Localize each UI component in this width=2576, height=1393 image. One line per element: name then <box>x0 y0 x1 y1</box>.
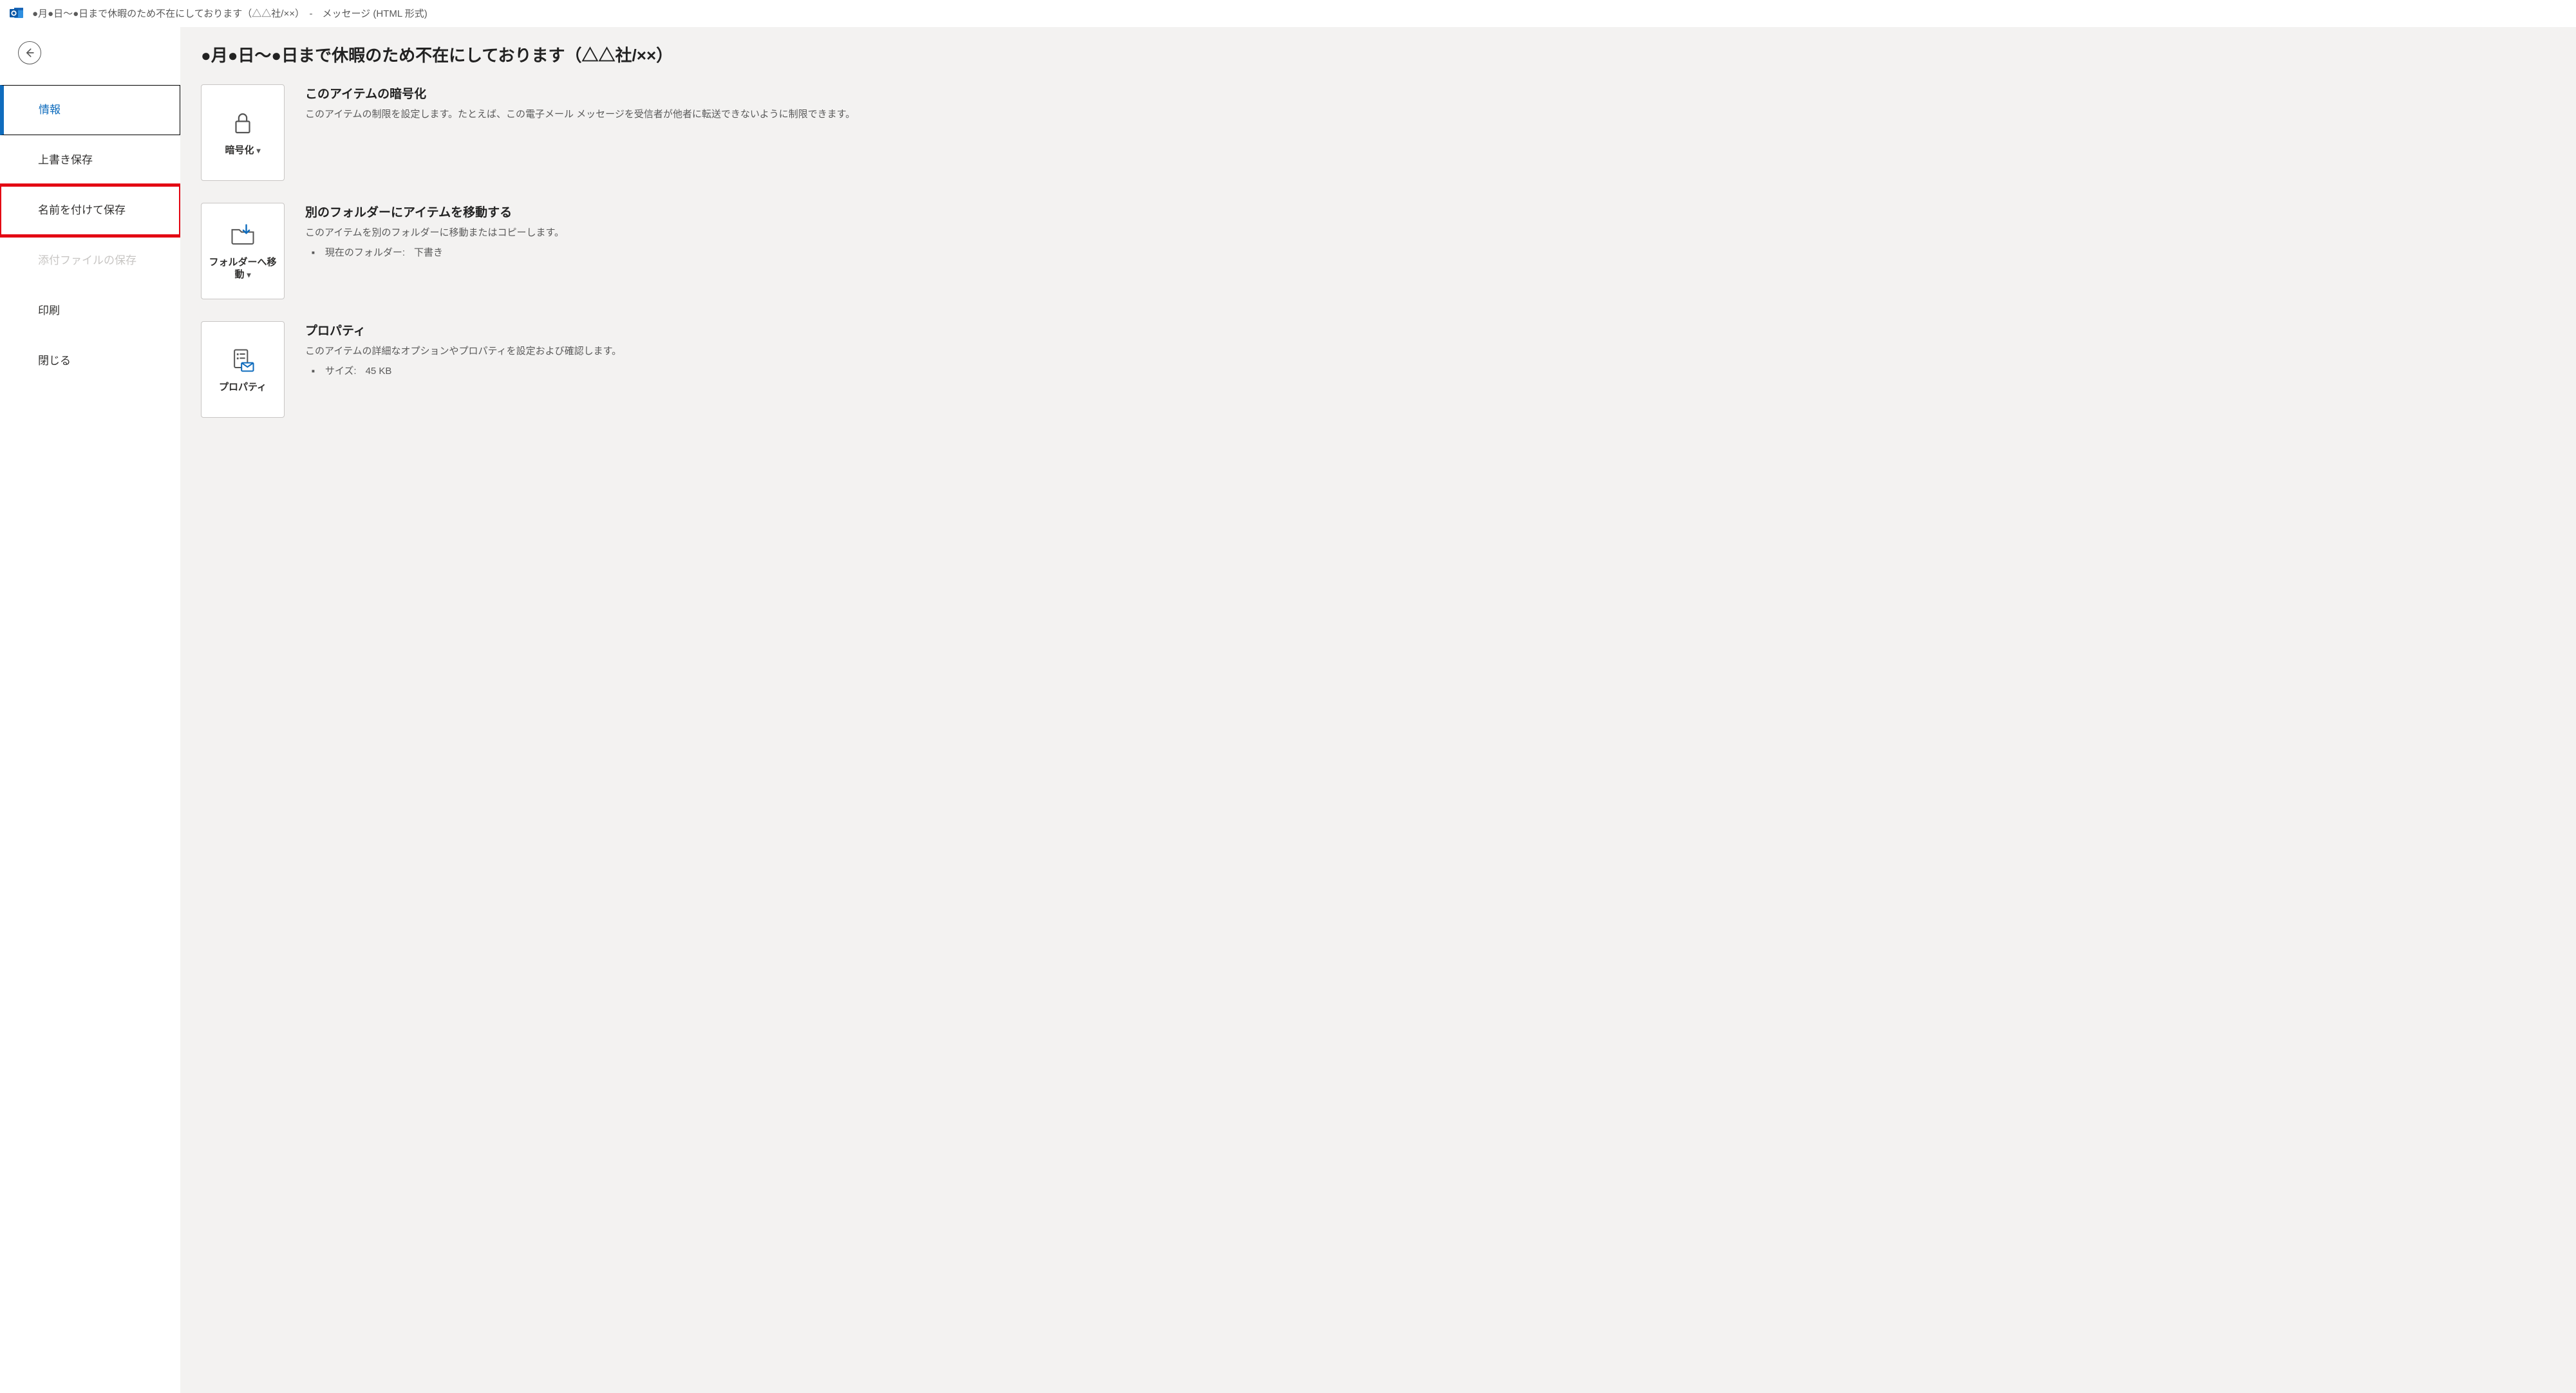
sidebar-item-label: 添付ファイルの保存 <box>38 254 136 268</box>
section-desc: このアイテムを別のフォルダーに移動またはコピーします。 <box>305 225 2553 240</box>
properties-tile[interactable]: プロパティ <box>201 321 285 418</box>
sidebar-item-save-as[interactable]: 名前を付けて保存 <box>0 185 180 236</box>
sidebar-item-info[interactable]: 情報 <box>0 85 180 135</box>
folder-move-icon <box>229 221 257 250</box>
tile-label: 暗号化▾ <box>225 145 260 157</box>
section-properties: プロパティ プロパティ このアイテムの詳細なオプションやプロパティを設定および確… <box>201 321 2553 418</box>
section-desc: このアイテムの制限を設定します。たとえば、この電子メール メッセージを受信者が他… <box>305 107 2553 122</box>
sidebar-item-print[interactable]: 印刷 <box>0 286 180 336</box>
kv-key: サイズ: <box>325 362 357 380</box>
sidebar-item-label: 上書き保存 <box>38 153 93 168</box>
section-move: フォルダーへ移動▾ 別のフォルダーにアイテムを移動する このアイテムを別のフォル… <box>201 203 2553 299</box>
kv-value: 45 KB <box>366 362 392 380</box>
sidebar-item-label: 印刷 <box>38 304 60 319</box>
kv-key: 現在のフォルダー: <box>325 244 405 261</box>
sidebar-item-close[interactable]: 閉じる <box>0 336 180 386</box>
sidebar: 情報 上書き保存 名前を付けて保存 添付ファイルの保存 印刷 閉じる <box>0 27 180 1393</box>
sidebar-item-label: 閉じる <box>38 354 71 369</box>
section-title: プロパティ <box>305 321 2553 339</box>
kv-row-size: サイズ: 45 KB <box>305 362 2553 380</box>
tile-label: プロパティ <box>219 382 267 394</box>
encrypt-tile[interactable]: 暗号化▾ <box>201 84 285 181</box>
chevron-down-icon: ▾ <box>256 146 260 155</box>
kv-value: 下書き <box>414 244 443 261</box>
back-button[interactable] <box>18 41 41 64</box>
section-title: このアイテムの暗号化 <box>305 84 2553 102</box>
sidebar-item-label: 名前を付けて保存 <box>38 203 126 218</box>
window-titlebar: ●月●日～●日まで休暇のため不在にしております（△△社/××） - メッセージ … <box>0 0 2576 27</box>
section-desc: このアイテムの詳細なオプションやプロパティを設定および確認します。 <box>305 344 2553 359</box>
outlook-logo-icon <box>9 5 24 21</box>
kv-row-current-folder: 現在のフォルダー: 下書き <box>305 244 2553 261</box>
sidebar-item-label: 情報 <box>39 103 61 118</box>
sidebar-item-save-attachments: 添付ファイルの保存 <box>0 236 180 286</box>
page-heading: ●月●日～●日まで休暇のため不在にしております（△△社/××） <box>201 42 2553 66</box>
properties-icon <box>229 346 257 375</box>
lock-icon <box>229 109 256 138</box>
section-encrypt: 暗号化▾ このアイテムの暗号化 このアイテムの制限を設定します。たとえば、この電… <box>201 84 2553 181</box>
chevron-down-icon: ▾ <box>247 270 250 279</box>
backstage-view: 情報 上書き保存 名前を付けて保存 添付ファイルの保存 印刷 閉じる ●月●日～… <box>0 27 2576 1393</box>
arrow-left-icon <box>23 46 36 59</box>
sidebar-item-save[interactable]: 上書き保存 <box>0 135 180 185</box>
section-title: 別のフォルダーにアイテムを移動する <box>305 203 2553 220</box>
window-title: ●月●日～●日まで休暇のため不在にしております（△△社/××） - メッセージ … <box>32 6 428 20</box>
tile-label: フォルダーへ移動▾ <box>205 257 280 281</box>
move-folder-tile[interactable]: フォルダーへ移動▾ <box>201 203 285 299</box>
main-panel: ●月●日～●日まで休暇のため不在にしております（△△社/××） 暗号化▾ このア… <box>180 27 2576 1393</box>
